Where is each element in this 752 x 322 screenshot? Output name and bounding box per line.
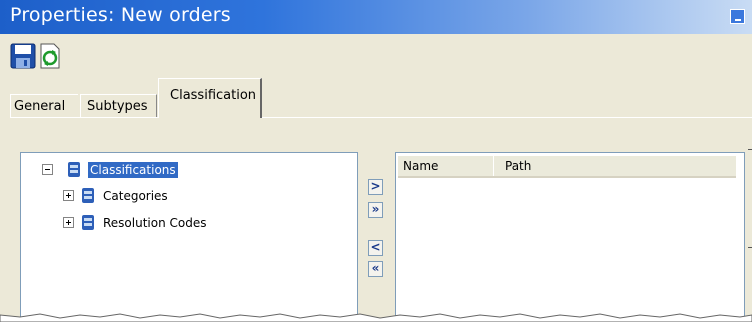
tab-subtypes-label: Subtypes [87, 99, 148, 114]
expand-icon[interactable] [63, 217, 74, 228]
save-icon [10, 43, 36, 69]
remove-button[interactable]: < [368, 240, 383, 256]
toolbar [0, 34, 752, 74]
remove-all-button[interactable]: « [368, 261, 383, 277]
tab-classification-label: Classification [170, 88, 257, 103]
minimize-button[interactable] [730, 9, 745, 24]
classification-folder-icon [82, 215, 94, 230]
column-header-name[interactable]: Name [398, 156, 494, 176]
torn-edge [0, 313, 752, 322]
tree-node-label: Resolution Codes [103, 216, 207, 230]
edge-tick [748, 149, 752, 150]
save-button[interactable] [10, 42, 36, 70]
selected-list[interactable]: Name Path [395, 152, 745, 322]
tree-node-label: Classifications [88, 162, 178, 178]
properties-window: Properties: New orders General Subtypes … [0, 0, 752, 322]
classification-tree[interactable]: Classifications Categories Resolution Co… [20, 152, 358, 322]
add-all-button[interactable]: » [368, 202, 383, 218]
column-header-path[interactable]: Path [495, 156, 735, 176]
tab-general-label: General [14, 99, 66, 114]
tab-classification[interactable]: Classification [158, 78, 262, 118]
collapse-icon[interactable] [42, 164, 53, 175]
add-button[interactable]: > [368, 179, 383, 195]
tab-subtypes[interactable]: Subtypes [80, 94, 157, 118]
tree-node-label: Categories [103, 189, 168, 203]
refresh-button[interactable] [39, 42, 61, 70]
list-header: Name Path [398, 156, 736, 178]
edge-tick [748, 247, 752, 248]
window-title: Properties: New orders [10, 4, 231, 26]
tab-divider [10, 117, 752, 118]
tab-strip: General Subtypes Classification [0, 74, 752, 118]
classification-folder-icon [68, 162, 80, 177]
classification-folder-icon [82, 188, 94, 203]
refresh-icon [40, 43, 60, 69]
title-bar[interactable]: Properties: New orders [0, 0, 752, 34]
expand-icon[interactable] [63, 190, 74, 201]
tab-general[interactable]: General [10, 94, 78, 118]
